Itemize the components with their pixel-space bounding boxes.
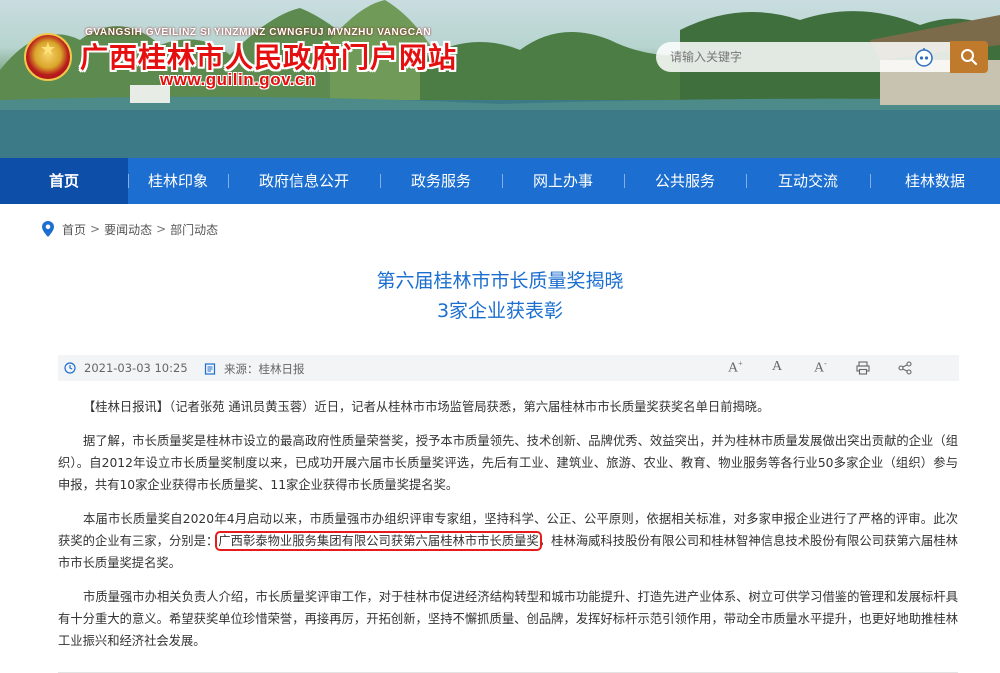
search-icon	[961, 49, 978, 66]
article-paragraph: 【桂林日报讯】（记者张苑 通讯员黄玉蓉）近日，记者从桂林市市场监管局获悉，第六届…	[83, 400, 770, 414]
breadcrumb-separator: >	[156, 222, 167, 236]
highlighted-award-text: 广西彰泰物业服务集团有限公司获第六届桂林市市长质量奖	[215, 531, 542, 551]
site-url: www.guilin.gov.cn	[160, 70, 316, 89]
article-source-text: 来源：桂林日报	[224, 362, 305, 376]
article-title-line1: 第六届桂林市市长质量奖揭晓	[376, 270, 624, 292]
location-pin-icon	[42, 221, 54, 237]
voice-assistant-icon[interactable]	[914, 47, 934, 67]
search-input[interactable]	[670, 47, 890, 67]
breadcrumb-home[interactable]: 首页	[62, 221, 86, 238]
font-smaller-button[interactable]: A-	[814, 359, 827, 377]
article-date-text: 2021-03-03 10:25	[84, 361, 188, 375]
search-box	[656, 42, 950, 72]
nav-item-interaction[interactable]: 互动交流	[746, 158, 870, 204]
header-banner: GVANGSIH GVEILINZ SI YINZMINZ CWNGFUJ MV…	[0, 0, 1000, 158]
nav-item-public-services[interactable]: 公共服务	[624, 158, 746, 204]
nav-item-gov-info[interactable]: 政府信息公开	[228, 158, 380, 204]
nav-item-gov-services[interactable]: 政务服务	[380, 158, 502, 204]
nav-item-guilin-impression[interactable]: 桂林印象	[128, 158, 228, 204]
nav-item-guilin-data[interactable]: 桂林数据	[870, 158, 1000, 204]
article-paragraph: 市质量强市办相关负责人介绍，市长质量奖评审工作，对于桂林市促进经济结构转型和城市…	[58, 590, 958, 648]
font-larger-button[interactable]: A+	[728, 359, 743, 377]
breadcrumb-separator: >	[90, 222, 101, 236]
search-button[interactable]	[950, 41, 988, 73]
landscape-image	[0, 0, 1000, 158]
article-date: 2021-03-03 10:25	[64, 361, 188, 375]
breadcrumb: 首页 > 要闻动态 > 部门动态	[42, 220, 218, 238]
article-meta-bar: 2021-03-03 10:25 来源：桂林日报 A+ A A-	[58, 355, 959, 381]
nav-item-online-affairs[interactable]: 网上办事	[502, 158, 624, 204]
main-nav: 首页 桂林印象 政府信息公开 政务服务 网上办事 公共服务 互动交流 桂林数据	[0, 158, 1000, 204]
document-icon	[204, 363, 216, 375]
share-icon[interactable]	[898, 361, 912, 375]
article-paragraph: 据了解，市长质量奖是桂林市设立的最高政府性质量荣誉奖，授予本市质量领先、技术创新…	[58, 434, 958, 492]
national-emblem-logo	[24, 33, 72, 81]
article-paragraph: 本届市长质量奖自2020年4月启动以来，市质量强市办组织评审专家组，坚持科学、公…	[58, 508, 958, 574]
nav-item-home[interactable]: 首页	[0, 158, 128, 204]
font-normal-button[interactable]: A	[772, 359, 782, 375]
breadcrumb-news[interactable]: 要闻动态	[104, 221, 152, 238]
clock-icon	[64, 362, 76, 374]
breadcrumb-department-news[interactable]: 部门动态	[170, 221, 218, 238]
print-icon[interactable]	[856, 361, 870, 375]
article-title: 第六届桂林市市长质量奖揭晓 3家企业获表彰	[0, 266, 1000, 326]
article-title-line2: 3家企业获表彰	[436, 300, 564, 322]
article-body: 【桂林日报讯】（记者张苑 通讯员黄玉蓉）近日，记者从桂林市市场监管局获悉，第六届…	[58, 396, 958, 664]
article-source: 来源：桂林日报	[204, 361, 305, 377]
